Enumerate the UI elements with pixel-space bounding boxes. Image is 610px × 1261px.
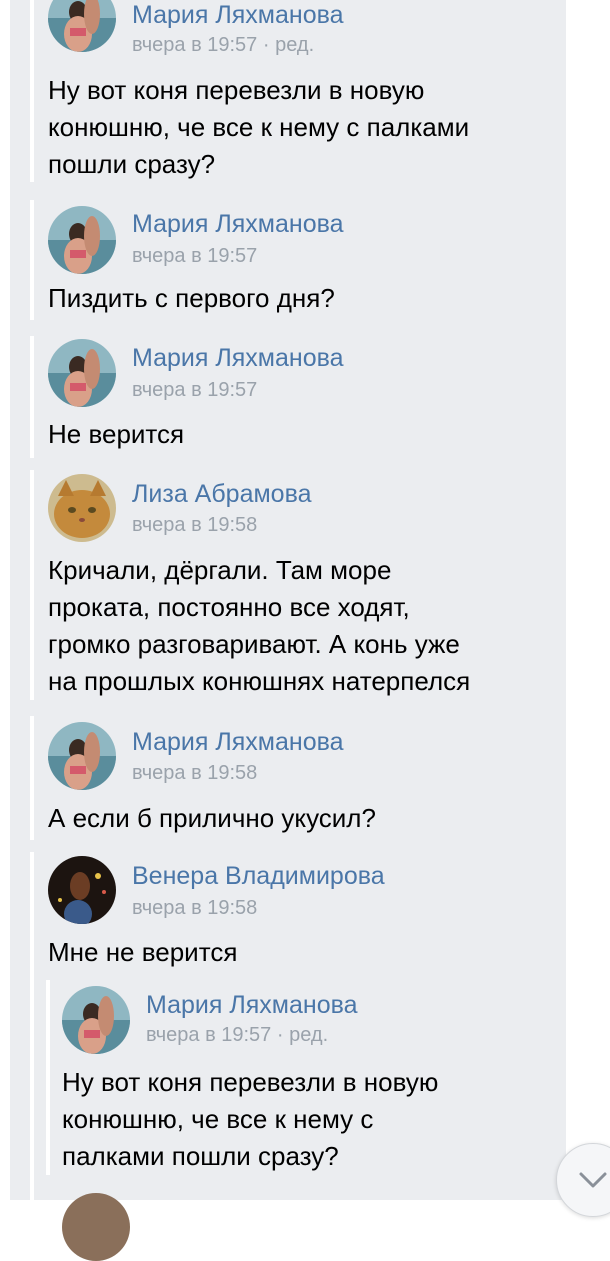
message-time: вчера в 19:57 xyxy=(132,245,258,267)
message-text: Не верится xyxy=(48,419,185,449)
chevron-down-icon xyxy=(579,1172,607,1188)
message-text: Ну вот коня перевезли в новую конюшню, че… xyxy=(62,1067,439,1171)
message-text: Мне не верится xyxy=(48,937,238,967)
message-time: вчера в 19:57 · ред. xyxy=(132,34,315,56)
chat-panel: Мария Ляхманова вчера в 19:57 · ред. Ну … xyxy=(10,0,566,1261)
avatar[interactable] xyxy=(48,339,116,407)
avatar[interactable] xyxy=(48,474,116,542)
author-name[interactable]: Мария Ляхманова xyxy=(132,210,344,239)
message-time: вчера в 19:58 xyxy=(132,897,258,919)
avatar[interactable] xyxy=(48,722,116,790)
message-time: вчера в 19:58 xyxy=(132,762,258,784)
avatar[interactable] xyxy=(48,856,116,924)
author-name[interactable]: Мария Ляхманова xyxy=(132,344,344,373)
message-text: Ну вот коня перевезли в новую конюшню, че… xyxy=(48,75,470,179)
quote-line xyxy=(46,980,50,1175)
author-name[interactable]: Венера Владимирова xyxy=(132,862,385,891)
quote-line xyxy=(30,852,34,1200)
author-name[interactable]: Лиза Абрамова xyxy=(132,480,311,509)
author-name[interactable]: Мария Ляхманова xyxy=(132,1,344,30)
message-text: Пиздить с первого дня? xyxy=(48,283,335,313)
avatar[interactable] xyxy=(48,206,116,274)
message-text: А если б прилично укусил? xyxy=(48,803,376,833)
avatar[interactable] xyxy=(62,986,130,1054)
quote-line xyxy=(30,336,34,458)
quote-line xyxy=(30,0,34,182)
quote-line xyxy=(30,470,34,700)
quote-line xyxy=(30,200,34,320)
avatar[interactable] xyxy=(48,0,116,52)
message-text: Кричали, дёргали. Там море проката, посто… xyxy=(48,555,471,696)
author-name[interactable]: Мария Ляхманова xyxy=(132,728,344,757)
message-time: вчера в 19:58 xyxy=(132,514,258,536)
quote-line xyxy=(30,716,34,840)
message-time: вчера в 19:57 xyxy=(132,379,258,401)
message-time: вчера в 19:57 · ред. xyxy=(146,1024,329,1046)
avatar[interactable] xyxy=(62,1193,130,1261)
author-name[interactable]: Мария Ляхманова xyxy=(146,991,358,1020)
